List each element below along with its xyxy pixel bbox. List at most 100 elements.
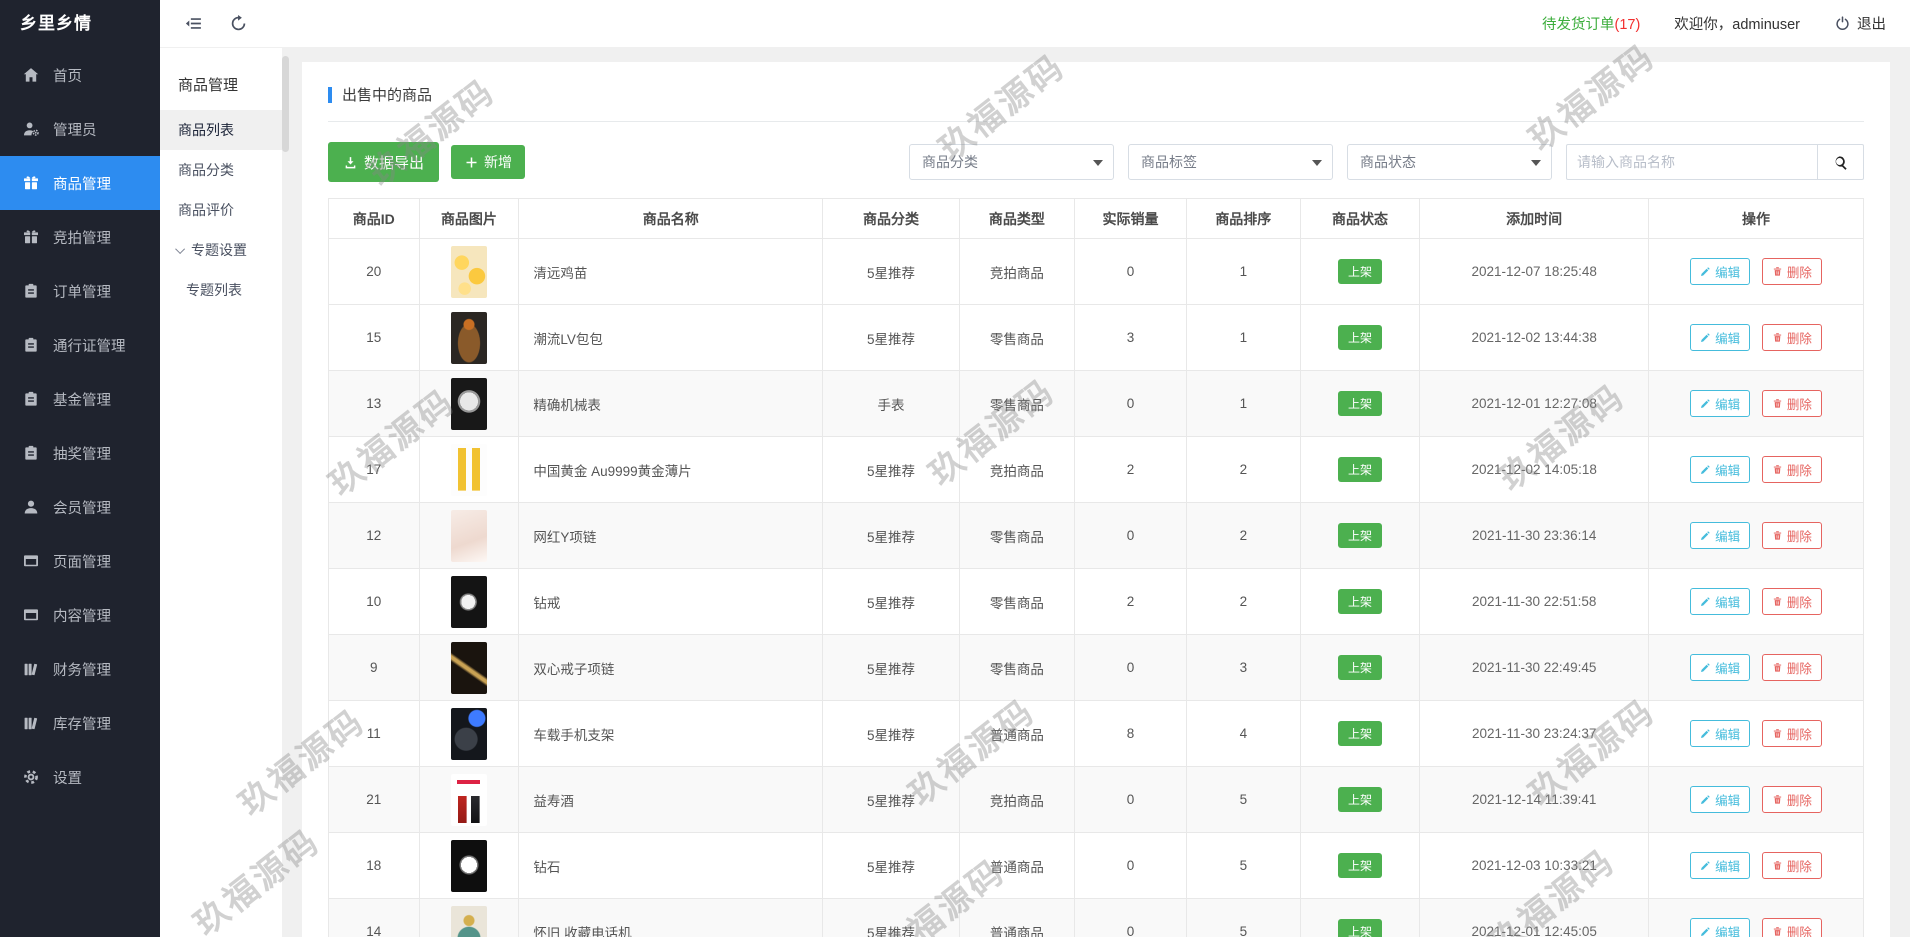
delete-label: 删除 xyxy=(1786,728,1812,742)
product-thumbnail[interactable] xyxy=(450,311,487,364)
status-filter-select[interactable]: 商品状态 xyxy=(1347,144,1552,180)
sidebar-item-settings[interactable]: 设置 xyxy=(0,750,160,804)
edit-button[interactable]: 编辑 xyxy=(1690,786,1751,813)
submenu-item-topic-list[interactable]: 专题列表 xyxy=(160,270,282,310)
edit-button[interactable]: 编辑 xyxy=(1690,654,1751,681)
delete-button[interactable]: 删除 xyxy=(1761,456,1822,483)
sidebar-item-label: 财务管理 xyxy=(53,662,111,679)
edit-button[interactable]: 编辑 xyxy=(1690,324,1751,351)
delete-button[interactable]: 删除 xyxy=(1761,588,1822,615)
sidebar-item-orders[interactable]: 订单管理 xyxy=(0,264,160,318)
edit-button[interactable]: 编辑 xyxy=(1690,720,1751,747)
category-filter-select[interactable]: 商品分类 xyxy=(909,144,1114,180)
sidebar-item-finance[interactable]: 财务管理 xyxy=(0,642,160,696)
edit-label: 编辑 xyxy=(1715,464,1741,478)
export-data-button[interactable]: 数据导出 xyxy=(328,142,440,182)
product-thumbnail[interactable] xyxy=(450,773,487,826)
sidebar-item-home[interactable]: 首页 xyxy=(0,48,160,102)
delete-button[interactable]: 删除 xyxy=(1761,258,1822,285)
search-input[interactable] xyxy=(1566,144,1818,180)
product-category: 5星推荐 xyxy=(822,436,960,503)
product-thumbnail[interactable] xyxy=(450,707,487,760)
edit-button[interactable]: 编辑 xyxy=(1690,918,1751,937)
filters: 商品分类 商品标签 商品状态 xyxy=(909,144,1864,180)
submenu-item-product-review[interactable]: 商品评价 xyxy=(160,190,282,230)
sidebar-item-pages[interactable]: 页面管理 xyxy=(0,534,160,588)
table-body: 20 清远鸡苗 5星推荐 竞拍商品 0 1 上架 2021-12-07 18:2… xyxy=(328,238,1864,937)
sidebar-item-content[interactable]: 内容管理 xyxy=(0,588,160,642)
sidebar-item-lottery[interactable]: 抽奖管理 xyxy=(0,426,160,480)
sidebar-item-fund[interactable]: 基金管理 xyxy=(0,372,160,426)
sidebar-item-label: 首页 xyxy=(53,68,82,85)
sidebar-item-label: 内容管理 xyxy=(53,608,111,625)
tag-filter-select[interactable]: 商品标签 xyxy=(1128,144,1333,180)
edit-button[interactable]: 编辑 xyxy=(1690,456,1751,483)
product-id: 9 xyxy=(328,634,420,701)
edit-label: 编辑 xyxy=(1715,662,1741,676)
refresh-icon[interactable] xyxy=(229,14,248,33)
delete-button[interactable]: 删除 xyxy=(1761,786,1822,813)
search-button[interactable] xyxy=(1818,144,1864,180)
status-badge: 上架 xyxy=(1337,325,1382,350)
product-thumbnail[interactable] xyxy=(450,509,487,562)
submenu-item-product-category[interactable]: 商品分类 xyxy=(160,150,282,190)
product-id: 12 xyxy=(328,502,420,569)
product-thumbnail[interactable] xyxy=(450,245,487,298)
collapse-sidebar-icon[interactable] xyxy=(184,14,203,33)
product-thumbnail[interactable] xyxy=(450,641,487,694)
product-thumbnail[interactable] xyxy=(450,443,487,496)
add-product-label: 新增 xyxy=(484,154,513,170)
sidebar-item-goods[interactable]: 商品管理 xyxy=(0,156,160,210)
edit-button[interactable]: 编辑 xyxy=(1690,522,1751,549)
tag-filter-value: 商品标签 xyxy=(1141,154,1197,170)
status-badge: 上架 xyxy=(1337,589,1382,614)
sidebar-item-admin[interactable]: 管理员 xyxy=(0,102,160,156)
product-thumbnail[interactable] xyxy=(450,905,487,937)
product-sort: 2 xyxy=(1186,502,1301,569)
submenu-item-label: 专题设置 xyxy=(191,242,247,258)
edit-button[interactable]: 编辑 xyxy=(1690,390,1751,417)
sidebar-item-passport[interactable]: 通行证管理 xyxy=(0,318,160,372)
status-badge: 上架 xyxy=(1337,523,1382,548)
delete-button[interactable]: 删除 xyxy=(1761,852,1822,879)
sidebar-item-members[interactable]: 会员管理 xyxy=(0,480,160,534)
sidebar-item-auction[interactable]: 竞拍管理 xyxy=(0,210,160,264)
delete-label: 删除 xyxy=(1786,794,1812,808)
delete-button[interactable]: 删除 xyxy=(1761,324,1822,351)
product-thumbnail[interactable] xyxy=(450,377,487,430)
delete-button[interactable]: 删除 xyxy=(1761,654,1822,681)
submenu-item-topic-settings[interactable]: 专题设置 xyxy=(160,230,282,270)
sidebar-item-inventory[interactable]: 库存管理 xyxy=(0,696,160,750)
edit-button[interactable]: 编辑 xyxy=(1690,852,1751,879)
content-scrollbar-thumb[interactable] xyxy=(282,56,289,152)
delete-button[interactable]: 删除 xyxy=(1761,918,1822,937)
product-name: 钻石 xyxy=(518,832,824,899)
edit-label: 编辑 xyxy=(1715,266,1741,280)
delete-button[interactable]: 删除 xyxy=(1761,522,1822,549)
sidebar-item-label: 页面管理 xyxy=(53,554,111,571)
admin-icon xyxy=(22,120,40,138)
product-image-cell xyxy=(418,832,520,899)
logout-button[interactable]: 退出 xyxy=(1834,13,1886,34)
edit-button[interactable]: 编辑 xyxy=(1690,258,1751,285)
product-image-cell xyxy=(418,436,520,503)
edit-button[interactable]: 编辑 xyxy=(1690,588,1751,615)
col-header-actions: 操作 xyxy=(1648,198,1864,239)
table-row: 20 清远鸡苗 5星推荐 竞拍商品 0 1 上架 2021-12-07 18:2… xyxy=(328,238,1864,305)
product-category: 5星推荐 xyxy=(822,898,960,937)
product-type: 竞拍商品 xyxy=(958,766,1075,833)
delete-button[interactable]: 删除 xyxy=(1761,720,1822,747)
product-thumbnail[interactable] xyxy=(450,839,487,892)
title-accent-bar xyxy=(328,86,332,103)
pending-orders-link[interactable]: 待发货订单(17) xyxy=(1542,13,1640,34)
product-status-cell: 上架 xyxy=(1299,700,1421,767)
delete-button[interactable]: 删除 xyxy=(1761,390,1822,417)
status-badge: 上架 xyxy=(1337,787,1382,812)
product-thumbnail[interactable] xyxy=(450,575,487,628)
trash-icon xyxy=(1772,266,1783,277)
add-product-button[interactable]: 新增 xyxy=(451,145,526,179)
col-header-image: 商品图片 xyxy=(418,198,520,239)
edit-label: 编辑 xyxy=(1715,926,1741,937)
settings-icon xyxy=(22,768,40,786)
submenu-item-product-list[interactable]: 商品列表 xyxy=(160,110,282,150)
